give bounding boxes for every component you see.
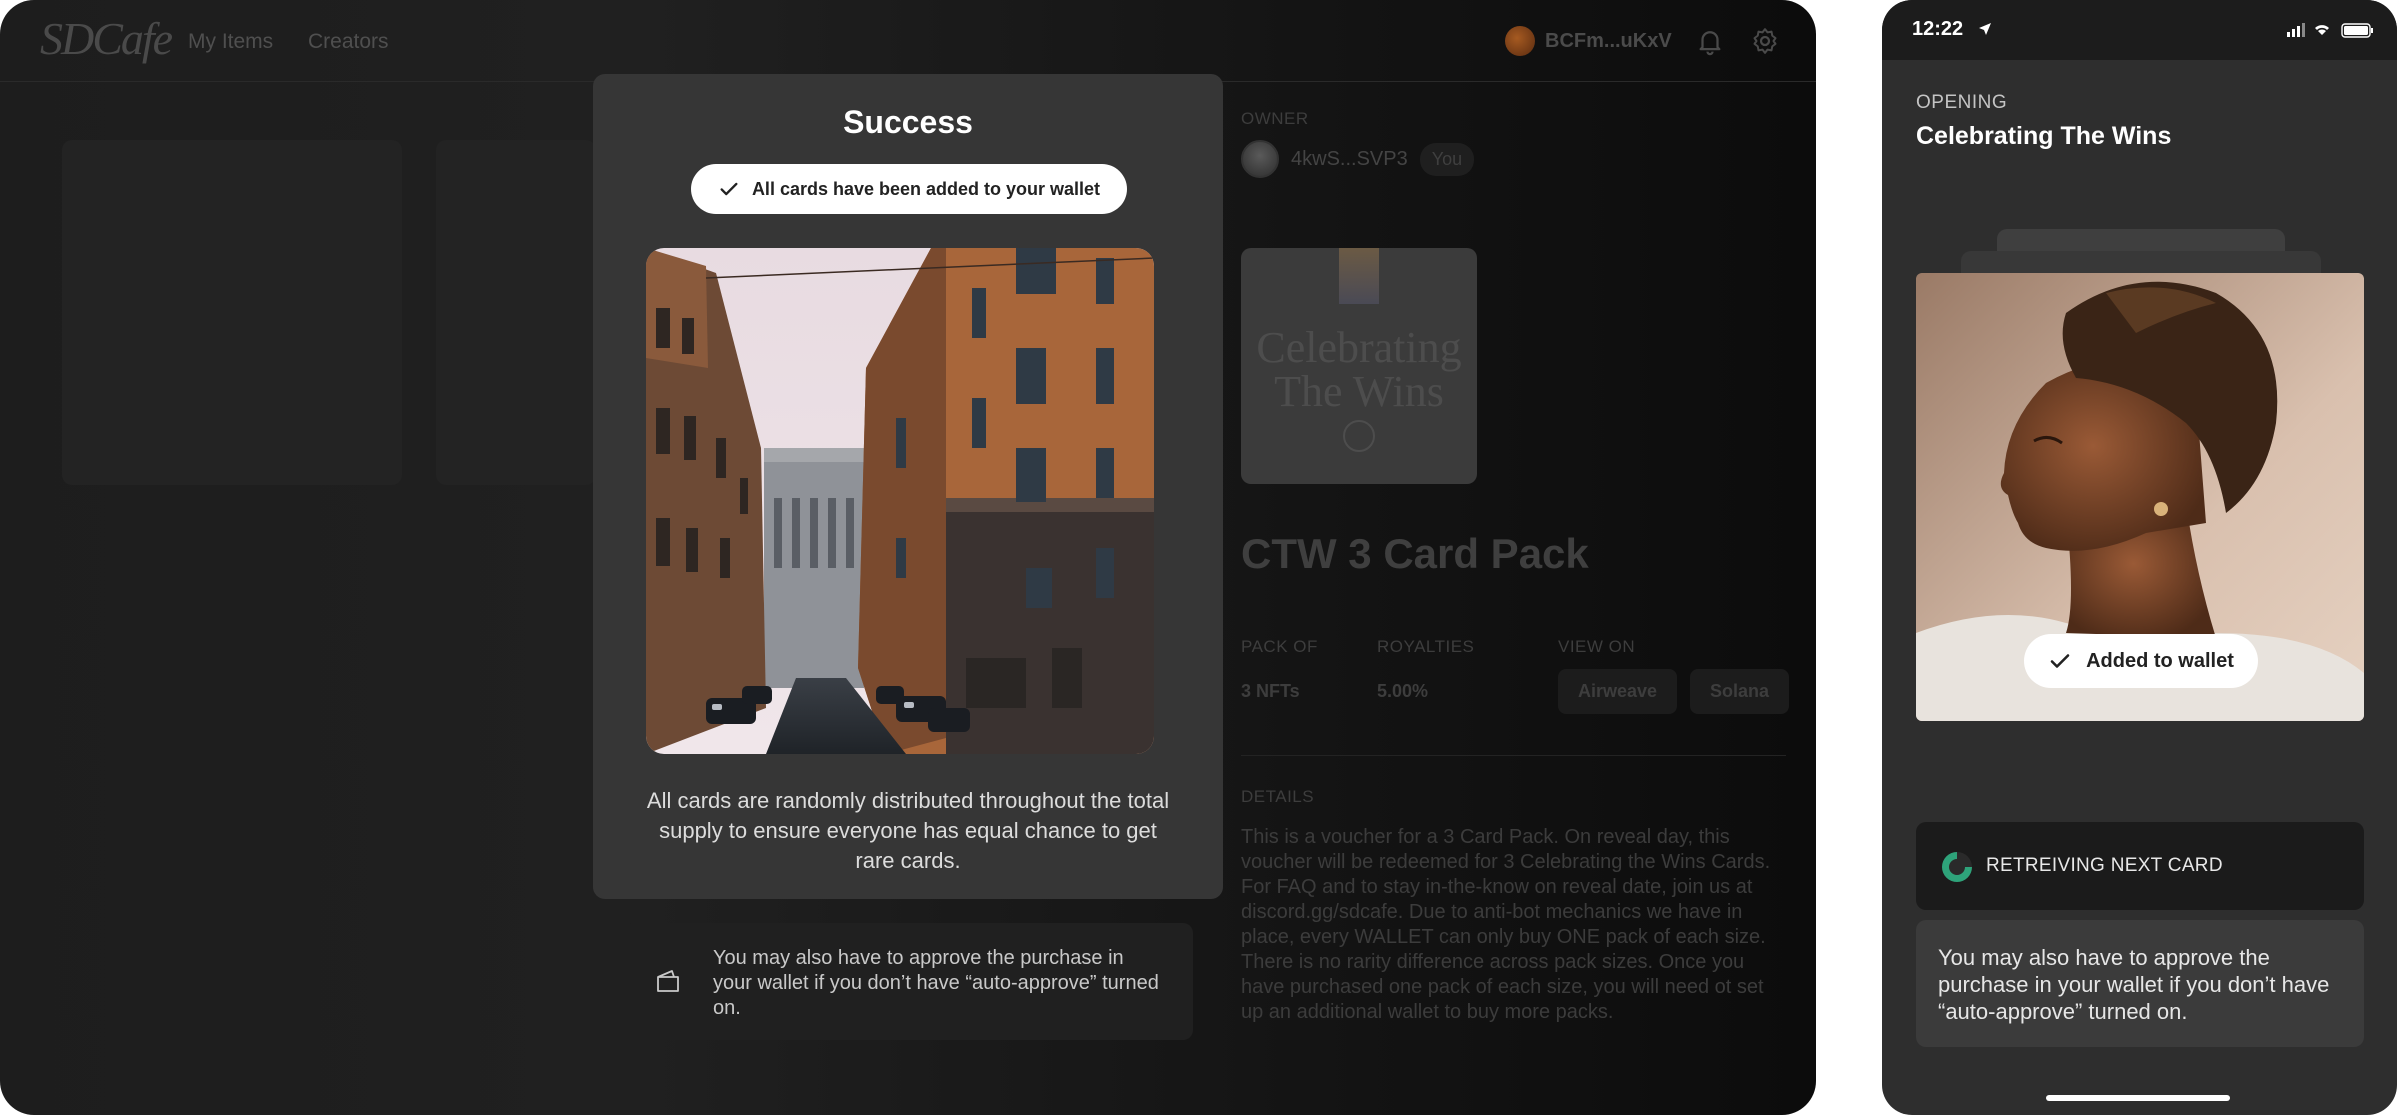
retrieving-status: RETREIVING NEXT CARD	[1916, 822, 2364, 910]
owner-you-badge: You	[1419, 142, 1475, 176]
bell-icon[interactable]	[1695, 26, 1725, 56]
modal-description: All cards are randomly distributed throu…	[646, 788, 1170, 873]
owner-address[interactable]: 4kwS...SVP3	[1291, 148, 1408, 171]
modal-title: Success	[843, 104, 973, 140]
account-avatar	[1505, 26, 1535, 56]
mobile-approval-note: You may also have to approve the purchas…	[1916, 920, 2364, 1047]
approval-note: You may also have to approve the purchas…	[623, 923, 1193, 1040]
view-on-label: VIEW ON	[1558, 637, 1636, 656]
retrieving-text: RETREIVING NEXT CARD	[1986, 855, 2223, 876]
loading-spinner-icon	[1942, 852, 1972, 882]
collection-title: Celebrating The Wins	[1916, 122, 2172, 150]
nav-my-items[interactable]: My Items	[188, 30, 273, 54]
pack-title: CTW 3 Card Pack	[1241, 530, 1589, 577]
account-button[interactable]: BCFm...uKxV	[1505, 26, 1672, 56]
owner-row: 4kwS...SVP3 You	[1241, 140, 1475, 178]
sdcafe-logo[interactable]: SDCafe	[40, 12, 173, 65]
background-card-placeholder	[62, 140, 402, 485]
added-to-wallet-pill: Added to wallet	[2024, 634, 2258, 688]
owner-label: OWNER	[1241, 109, 1309, 128]
royalties-value: 5.00%	[1377, 681, 1429, 701]
voucher-image: Celebrating The Wins	[1241, 248, 1477, 484]
background-card-placeholder	[436, 140, 596, 485]
desktop-app-window: SDCafe My Items Creators BCFm...uKxV OWN…	[0, 0, 1816, 1115]
added-to-wallet-text: Added to wallet	[2086, 649, 2234, 672]
royalties-label: ROYALTIES	[1377, 637, 1475, 656]
approval-note-text: You may also have to approve the purchas…	[713, 947, 1159, 1019]
wallet-icon	[657, 970, 679, 992]
success-pill: All cards have been added to your wallet	[691, 164, 1127, 214]
home-indicator[interactable]	[2046, 1095, 2230, 1101]
location-arrow-icon	[1979, 23, 1991, 35]
voucher-seal-icon	[1343, 420, 1375, 452]
check-icon	[720, 182, 738, 196]
voucher-title-art: Celebrating The Wins	[1256, 323, 1462, 416]
mobile-approval-note-text: You may also have to approve the purchas…	[1938, 945, 2330, 1024]
account-address: BCFm...uKxV	[1545, 29, 1672, 52]
opening-label: OPENING	[1916, 92, 2008, 113]
signal-wifi-battery-icons	[2287, 23, 2373, 38]
details-text: This is a voucher for a 3 Card Pack. On …	[1241, 826, 1771, 1023]
check-icon	[2050, 654, 2070, 668]
card-photo-city-street	[646, 248, 1154, 754]
success-modal: Success All cards have been added to you…	[593, 74, 1223, 899]
view-on-airweave-link[interactable]: Airweave	[1558, 669, 1678, 714]
pack-of-label: PACK OF	[1241, 637, 1318, 656]
status-time: 12:22	[1912, 18, 1964, 40]
details-label: DETAILS	[1241, 787, 1315, 806]
gear-icon[interactable]	[1750, 26, 1780, 56]
voucher-photo-strip	[1339, 248, 1379, 304]
success-pill-text: All cards have been added to your wallet	[751, 178, 1101, 199]
nav-creators[interactable]: Creators	[308, 30, 389, 54]
status-bar: 12:22	[1882, 0, 2397, 60]
owner-avatar	[1241, 140, 1279, 178]
divider	[1241, 755, 1786, 756]
view-on-solana-link[interactable]: Solana	[1690, 669, 1790, 714]
top-nav-bar: SDCafe My Items Creators BCFm...uKxV	[0, 0, 1816, 82]
mobile-app-screen: 12:22 OPENING Celebrating The Wins Added…	[1882, 0, 2397, 1115]
pack-of-value: 3 NFTs	[1241, 681, 1300, 701]
